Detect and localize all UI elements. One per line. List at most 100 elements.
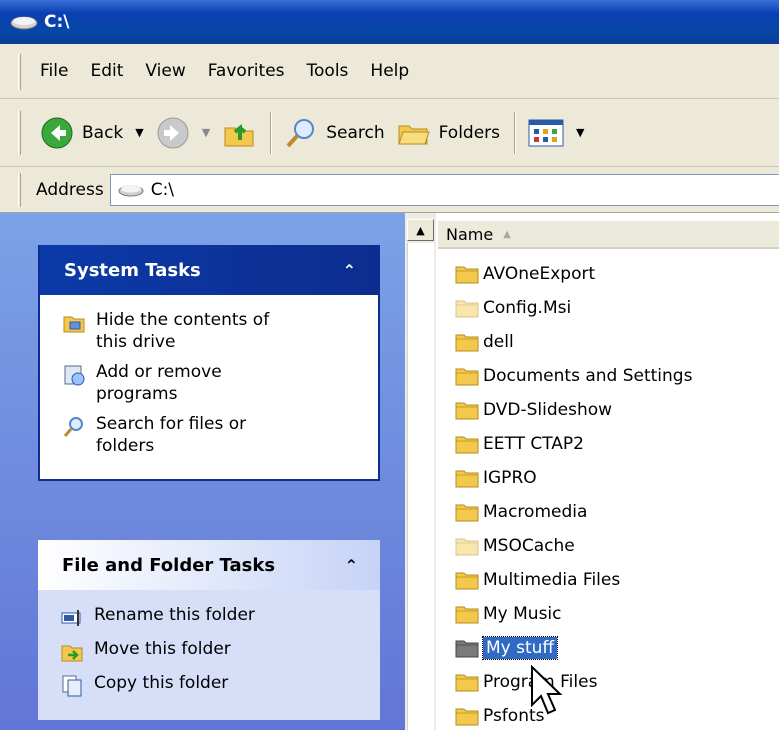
task-move-folder[interactable]: Move this folder xyxy=(60,638,370,664)
folders-label: Folders xyxy=(438,122,501,143)
task-label: Move this folder xyxy=(94,639,231,659)
task-rename-folder[interactable]: Rename this folder xyxy=(60,604,370,630)
scroll-track[interactable] xyxy=(407,243,434,730)
file-name: dell xyxy=(483,332,514,352)
column-header-name[interactable]: Name ▲ xyxy=(438,221,779,249)
file-row[interactable]: Documents and Settings xyxy=(455,359,692,393)
task-label-line2: this drive xyxy=(96,332,176,352)
file-row[interactable]: My stuff xyxy=(455,631,692,665)
forward-dropdown-icon[interactable]: ▼ xyxy=(202,126,210,139)
file-row[interactable]: Psfonts xyxy=(455,699,692,730)
system-tasks-header[interactable]: System Tasks ⌃ xyxy=(40,245,378,295)
title-bar: C:\ xyxy=(0,0,779,44)
file-row[interactable]: dell xyxy=(455,325,692,359)
file-row[interactable]: MSOCache xyxy=(455,529,692,563)
system-tasks-panel: System Tasks ⌃ Hide the contents of this… xyxy=(38,245,380,481)
folder-icon xyxy=(455,266,479,284)
task-copy-folder[interactable]: Copy this folder xyxy=(60,672,370,698)
menu-help[interactable]: Help xyxy=(370,61,409,81)
sort-ascending-icon: ▲ xyxy=(503,228,511,240)
file-list: ▲ Name ▲ AVOneExport Config.Msi dell Docume… xyxy=(405,213,779,730)
file-row[interactable]: AVOneExport xyxy=(455,257,692,291)
magnifier-icon xyxy=(286,118,315,147)
folders-button[interactable]: Folders xyxy=(397,118,500,148)
file-name: DVD-Slideshow xyxy=(483,400,613,420)
file-name: My Music xyxy=(483,604,562,624)
add-remove-programs-icon xyxy=(64,365,85,386)
file-row[interactable]: IGPRO xyxy=(455,461,692,495)
file-name: MSOCache xyxy=(483,536,575,556)
task-label: Copy this folder xyxy=(94,673,229,693)
menu-bar: File Edit View Favorites Tools Help xyxy=(0,44,779,99)
address-grip[interactable] xyxy=(18,173,21,207)
menu-edit[interactable]: Edit xyxy=(90,61,123,81)
menu-tools[interactable]: Tools xyxy=(307,61,349,81)
rename-icon xyxy=(61,610,81,626)
file-row[interactable]: Program Files xyxy=(455,665,692,699)
forward-button[interactable]: ▼ xyxy=(156,116,210,150)
file-name: IGPRO xyxy=(483,468,537,488)
folder-icon xyxy=(455,606,479,624)
menu-file[interactable]: File xyxy=(40,61,68,81)
task-add-remove-programs[interactable]: Add or remove programs xyxy=(62,361,368,405)
task-label-line2: folders xyxy=(96,436,155,456)
file-name: Multimedia Files xyxy=(483,570,621,590)
task-label-line1: Search for files or xyxy=(96,414,247,434)
system-tasks-body: Hide the contents of this drive Add or r… xyxy=(40,295,378,479)
views-icon xyxy=(528,119,564,146)
standard-toolbar: Back ▼ ▼ Search Folders ▼ xyxy=(0,99,779,167)
file-row[interactable]: Config.Msi xyxy=(455,291,692,325)
task-label-line2: programs xyxy=(96,384,178,404)
toolbar-separator xyxy=(270,111,273,154)
file-row[interactable]: Macromedia xyxy=(455,495,692,529)
move-icon xyxy=(61,645,83,662)
file-name: Documents and Settings xyxy=(483,366,693,386)
folder-icon xyxy=(455,300,479,318)
file-folder-tasks-header[interactable]: File and Folder Tasks ⌃ xyxy=(38,540,380,590)
drive-icon xyxy=(10,16,38,30)
folder-up-icon xyxy=(224,123,254,146)
file-folder-tasks-title: File and Folder Tasks xyxy=(62,554,276,576)
folders-icon xyxy=(397,125,430,144)
file-name: My stuff xyxy=(481,636,559,660)
search-button[interactable]: Search xyxy=(284,116,385,150)
search-icon xyxy=(63,417,83,437)
scroll-up-button[interactable]: ▲ xyxy=(407,219,434,241)
file-name: EETT CTAP2 xyxy=(483,434,584,454)
back-arrow-icon xyxy=(41,117,73,148)
vertical-scrollbar[interactable]: ▲ xyxy=(405,213,436,730)
views-button[interactable]: ▼ xyxy=(528,119,585,147)
address-label: Address xyxy=(36,179,104,200)
collapse-chevron-icon[interactable]: ⌃ xyxy=(345,556,358,575)
back-button[interactable]: Back ▼ xyxy=(40,116,144,150)
copy-icon xyxy=(62,675,82,697)
task-search-files[interactable]: Search for files or folders xyxy=(62,413,368,457)
folder-icon xyxy=(455,572,479,590)
collapse-chevron-icon[interactable]: ⌃ xyxy=(343,261,356,280)
task-pane: System Tasks ⌃ Hide the contents of this… xyxy=(0,213,405,730)
folder-icon xyxy=(455,640,479,658)
back-dropdown-icon[interactable]: ▼ xyxy=(135,126,143,139)
file-row[interactable]: My Music xyxy=(455,597,692,631)
views-dropdown-icon[interactable]: ▼ xyxy=(576,126,584,139)
file-row[interactable]: Multimedia Files xyxy=(455,563,692,597)
file-row[interactable]: DVD-Slideshow xyxy=(455,393,692,427)
search-label: Search xyxy=(326,122,385,143)
folder-icon xyxy=(455,708,479,726)
up-button[interactable] xyxy=(222,116,256,150)
address-input[interactable]: C:\ xyxy=(109,173,779,206)
menu-favorites[interactable]: Favorites xyxy=(208,61,285,81)
toolbar-grip[interactable] xyxy=(18,111,21,155)
menu-grip[interactable] xyxy=(18,54,21,90)
forward-arrow-icon xyxy=(157,117,189,148)
back-label: Back xyxy=(82,122,124,143)
folder-icon xyxy=(455,334,479,352)
folder-icon xyxy=(455,470,479,488)
task-label-line1: Hide the contents of xyxy=(96,310,270,330)
address-bar: Address C:\ xyxy=(0,167,779,213)
menu-view[interactable]: View xyxy=(145,61,185,81)
file-row[interactable]: EETT CTAP2 xyxy=(455,427,692,461)
file-name: AVOneExport xyxy=(483,264,596,284)
task-hide-contents[interactable]: Hide the contents of this drive xyxy=(62,309,368,353)
file-name: Macromedia xyxy=(483,502,588,522)
